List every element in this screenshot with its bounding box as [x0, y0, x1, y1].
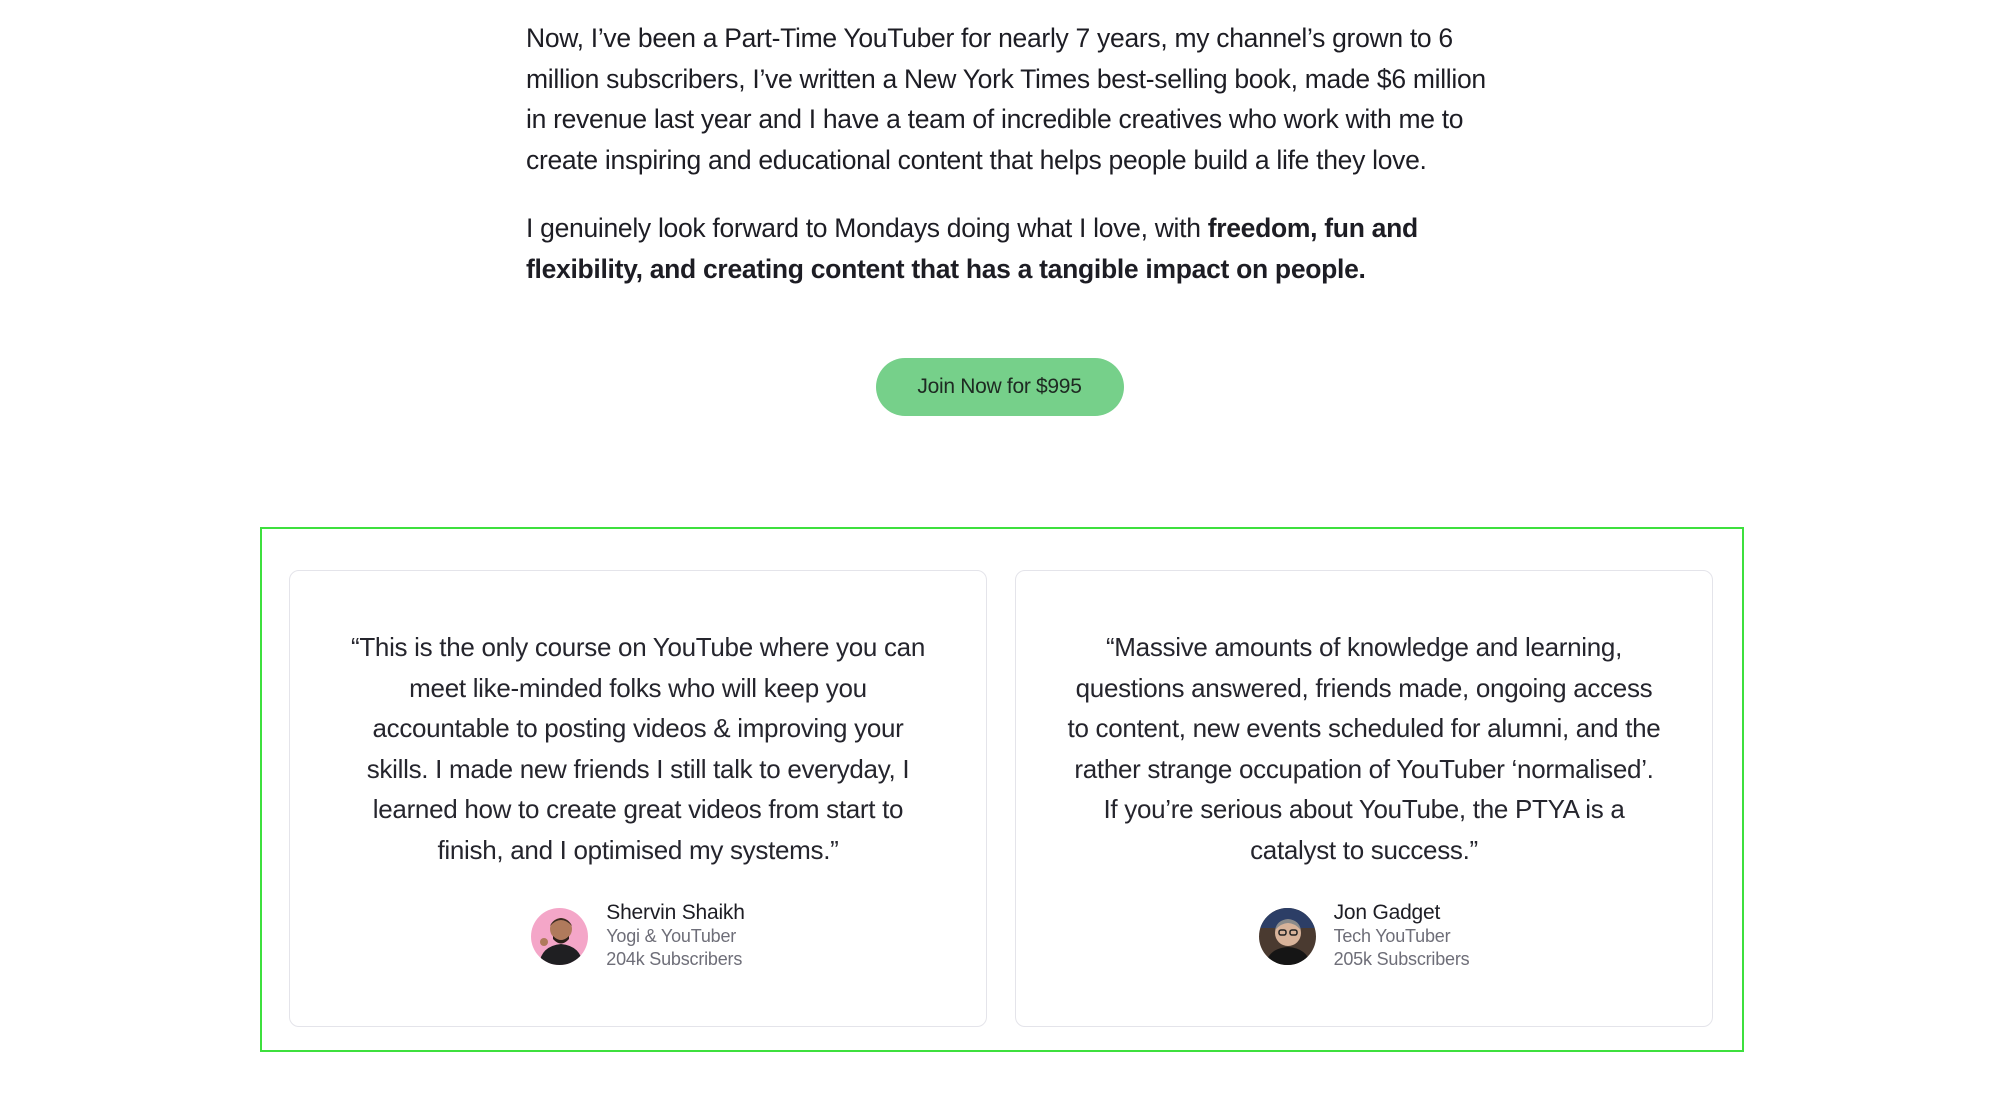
author-role: Yogi & YouTuber	[606, 926, 737, 946]
author-meta: Jon Gadget Tech YouTuber 205k Subscriber…	[1334, 901, 1470, 971]
author-meta: Shervin Shaikh Yogi & YouTuber 204k Subs…	[606, 901, 745, 971]
testimonial-card: “This is the only course on YouTube wher…	[289, 570, 987, 1027]
join-now-button[interactable]: Join Now for $995	[875, 358, 1124, 416]
intro-section: Now, I’ve been a Part-Time YouTuber for …	[526, 18, 1486, 317]
testimonial-card: “Massive amounts of knowledge and learni…	[1015, 570, 1713, 1027]
testimonial-quote: “Massive amounts of knowledge and learni…	[1067, 632, 1661, 865]
avatar	[1258, 907, 1316, 965]
intro-paragraph-2: I genuinely look forward to Mondays doin…	[526, 208, 1486, 289]
testimonial-author: Jon Gadget Tech YouTuber 205k Subscriber…	[1016, 901, 1712, 971]
author-subscribers: 204k Subscribers	[606, 949, 743, 969]
intro-paragraph-1: Now, I’ve been a Part-Time YouTuber for …	[526, 23, 1486, 175]
testimonial-author: Shervin Shaikh Yogi & YouTuber 204k Subs…	[290, 901, 986, 971]
author-name: Shervin Shaikh	[606, 901, 745, 924]
avatar	[531, 907, 589, 965]
author-subscribers: 205k Subscribers	[1333, 949, 1470, 969]
author-role: Tech YouTuber	[1333, 926, 1451, 946]
author-name: Jon Gadget	[1333, 901, 1441, 924]
testimonials-section: “This is the only course on YouTube wher…	[260, 527, 1744, 1052]
avatar-photo-icon	[1258, 907, 1316, 965]
intro-paragraph-2-lead: I genuinely look forward to Mondays doin…	[526, 213, 1208, 243]
testimonial-quote: “This is the only course on YouTube wher…	[350, 632, 926, 865]
cta-wrapper: Join Now for $995	[0, 358, 1999, 416]
avatar-photo-icon	[531, 907, 589, 965]
